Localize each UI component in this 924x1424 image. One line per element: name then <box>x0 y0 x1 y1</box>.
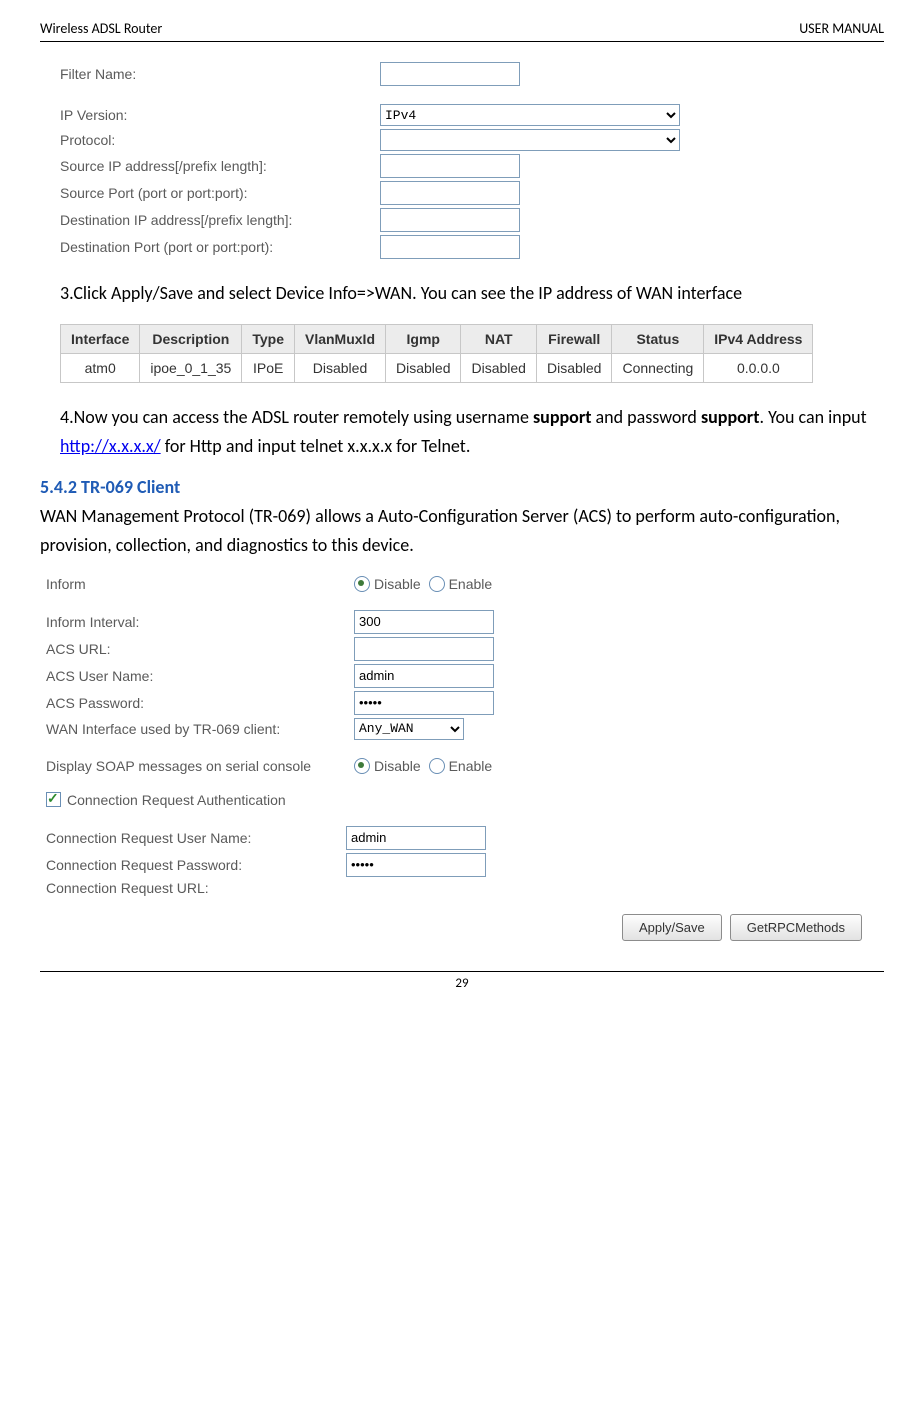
acs-pass-label: ACS Password: <box>46 695 354 711</box>
inform-enable-radio[interactable] <box>429 576 445 592</box>
soap-enable-radio[interactable] <box>429 758 445 774</box>
cell-ipv4: 0.0.0.0 <box>704 353 813 382</box>
cr-pass-input[interactable] <box>346 853 486 877</box>
soap-enable-label: Enable <box>449 758 493 774</box>
col-type: Type <box>242 324 295 353</box>
support-password: support <box>701 406 759 428</box>
conn-auth-label: Connection Request Authentication <box>67 792 286 808</box>
inform-interval-input[interactable] <box>354 610 494 634</box>
cell-nat: Disabled <box>461 353 536 382</box>
cell-firewall: Disabled <box>536 353 611 382</box>
col-ipv4: IPv4 Address <box>704 324 813 353</box>
cr-url-label: Connection Request URL: <box>46 880 346 896</box>
filter-name-label: Filter Name: <box>60 66 380 82</box>
acs-pass-input[interactable] <box>354 691 494 715</box>
col-nat: NAT <box>461 324 536 353</box>
enable-label: Enable <box>449 576 493 592</box>
cell-description: ipoe_0_1_35 <box>140 353 242 382</box>
col-status: Status <box>612 324 704 353</box>
table-row: atm0 ipoe_0_1_35 IPoE Disabled Disabled … <box>61 353 813 382</box>
cell-type: IPoE <box>242 353 295 382</box>
cell-interface: atm0 <box>61 353 140 382</box>
cr-user-label: Connection Request User Name: <box>46 830 346 846</box>
wan-status-table: Interface Description Type VlanMuxId Igm… <box>60 324 813 383</box>
cell-status: Connecting <box>612 353 704 382</box>
cell-igmp: Disabled <box>386 353 461 382</box>
col-vlanmuxid: VlanMuxId <box>294 324 385 353</box>
src-port-input[interactable] <box>380 181 520 205</box>
inform-interval-label: Inform Interval: <box>46 614 354 630</box>
acs-user-label: ACS User Name: <box>46 668 354 684</box>
dst-port-input[interactable] <box>380 235 520 259</box>
filter-name-input[interactable] <box>380 62 520 86</box>
soap-disable-radio[interactable] <box>354 758 370 774</box>
header-right: USER MANUAL <box>799 20 884 37</box>
src-port-label: Source Port (port or port:port): <box>60 185 380 201</box>
cr-user-input[interactable] <box>346 826 486 850</box>
tr069-form: Inform Disable Enable Inform Interval: A… <box>46 576 884 896</box>
conn-auth-checkbox[interactable] <box>46 792 61 807</box>
step-3-text: 3.Click Apply/Save and select Device Inf… <box>60 279 884 308</box>
page-header: Wireless ADSL Router USER MANUAL <box>40 20 884 42</box>
wan-if-label: WAN Interface used by TR-069 client: <box>46 721 354 737</box>
page-number: 29 <box>0 972 924 1001</box>
soap-disable-label: Disable <box>374 758 421 774</box>
ip-version-label: IP Version: <box>60 107 380 123</box>
cr-pass-label: Connection Request Password: <box>46 857 346 873</box>
col-igmp: Igmp <box>386 324 461 353</box>
inform-disable-radio[interactable] <box>354 576 370 592</box>
col-firewall: Firewall <box>536 324 611 353</box>
get-rpc-methods-button[interactable]: GetRPCMethods <box>730 914 862 941</box>
apply-save-button[interactable]: Apply/Save <box>622 914 722 941</box>
cell-vlanmuxid: Disabled <box>294 353 385 382</box>
dst-ip-input[interactable] <box>380 208 520 232</box>
inform-label: Inform <box>46 576 354 592</box>
src-ip-input[interactable] <box>380 154 520 178</box>
dst-ip-label: Destination IP address[/prefix length]: <box>60 212 380 228</box>
col-interface: Interface <box>61 324 140 353</box>
protocol-label: Protocol: <box>60 132 380 148</box>
section-body: WAN Management Protocol (TR-069) allows … <box>40 502 884 560</box>
acs-user-input[interactable] <box>354 664 494 688</box>
support-username: support <box>533 406 591 428</box>
disable-label: Disable <box>374 576 421 592</box>
table-header-row: Interface Description Type VlanMuxId Igm… <box>61 324 813 353</box>
dst-port-label: Destination Port (port or port:port): <box>60 239 380 255</box>
filter-form: Filter Name: IP Version: IPv4 Protocol: … <box>60 62 884 259</box>
soap-label: Display SOAP messages on serial console <box>46 758 354 774</box>
section-heading-542: 5.4.2 TR-069 Client <box>40 476 884 498</box>
step-4-text: 4.Now you can access the ADSL router rem… <box>60 403 884 461</box>
header-left: Wireless ADSL Router <box>40 20 162 37</box>
example-link[interactable]: http://x.x.x.x/ <box>60 435 161 457</box>
ip-version-select[interactable]: IPv4 <box>380 104 680 126</box>
acs-url-label: ACS URL: <box>46 641 354 657</box>
acs-url-input[interactable] <box>354 637 494 661</box>
src-ip-label: Source IP address[/prefix length]: <box>60 158 380 174</box>
col-description: Description <box>140 324 242 353</box>
protocol-select[interactable] <box>380 129 680 151</box>
wan-if-select[interactable]: Any_WAN <box>354 718 464 740</box>
